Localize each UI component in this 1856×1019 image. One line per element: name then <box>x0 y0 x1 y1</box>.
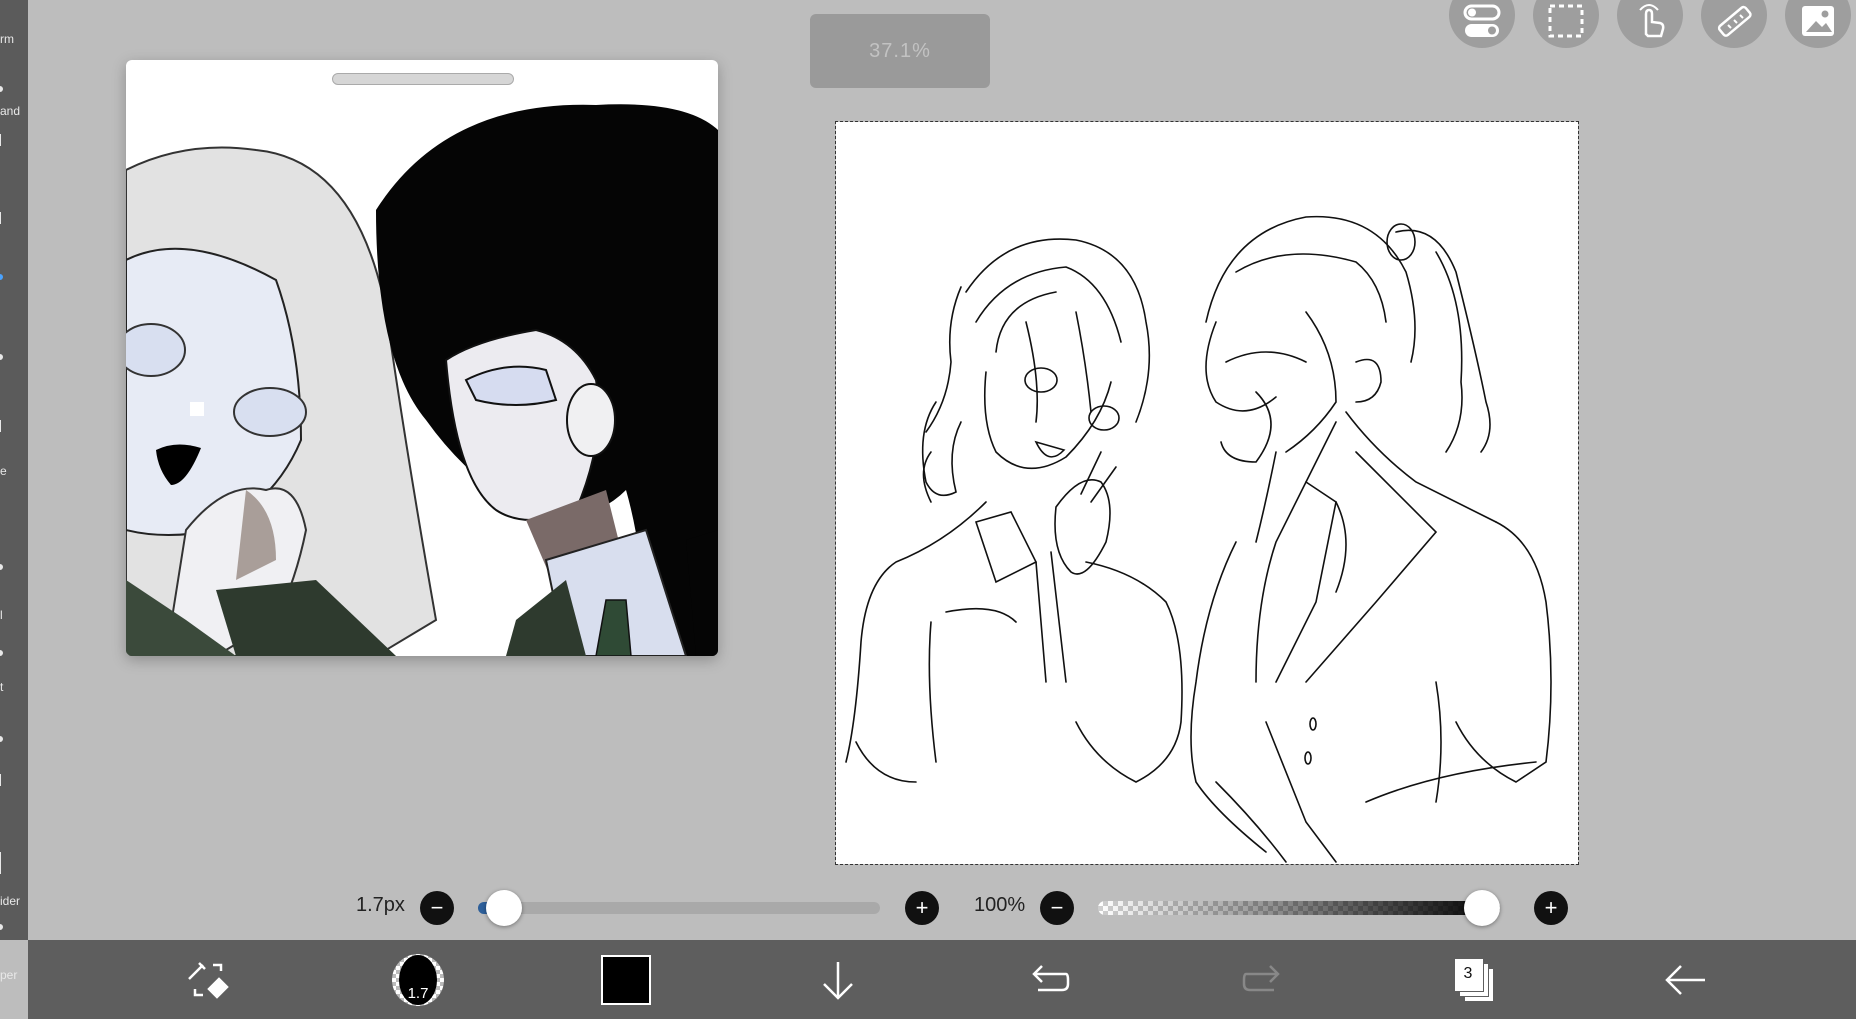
tool-dot <box>0 86 3 92</box>
reference-illustration <box>126 104 718 656</box>
minus-icon: − <box>430 895 444 920</box>
tool-mark <box>0 134 1 146</box>
brush-opacity-decrease-button[interactable]: − <box>1040 891 1074 925</box>
brush-settings-button[interactable]: 1.7 <box>378 940 458 1019</box>
brush-opacity-increase-button[interactable]: + <box>1534 891 1568 925</box>
tool-label-pencil[interactable]: l <box>0 608 28 622</box>
toggle-settings-button[interactable] <box>1449 0 1515 48</box>
plus-icon: + <box>1544 895 1558 920</box>
brush-opacity-slider[interactable] <box>1098 901 1500 915</box>
ruler-button[interactable] <box>1701 0 1767 48</box>
tool-mark <box>0 212 1 224</box>
brush-opacity-slider-thumb[interactable] <box>1464 890 1500 926</box>
undo-button[interactable] <box>1010 940 1090 1019</box>
tool-dot <box>0 564 3 570</box>
tool-dot <box>0 650 3 656</box>
tool-label-hand[interactable]: and <box>0 104 28 118</box>
brush-size-slider[interactable] <box>478 902 880 914</box>
image-button[interactable] <box>1785 0 1851 48</box>
brush-size-label: 1.7px <box>356 894 405 916</box>
hand-touch-icon <box>1639 4 1665 38</box>
selection-icon <box>1548 4 1584 38</box>
tool-dot <box>0 924 3 930</box>
swap-pen-eraser-button[interactable] <box>168 940 248 1019</box>
ruler-icon <box>1717 5 1752 37</box>
zoom-indicator: 37.1% <box>810 14 990 88</box>
tool-mark <box>0 774 1 786</box>
brush-preview: 1.7 <box>392 953 444 1006</box>
layers-button[interactable]: 3 <box>1434 940 1514 1019</box>
sketch-artwork <box>845 215 1552 863</box>
drawing-canvas[interactable] <box>835 121 1579 865</box>
active-color-swatch <box>601 954 651 1005</box>
brush-size-slider-thumb[interactable] <box>486 890 523 926</box>
tool-label-paper[interactable]: per <box>0 968 28 982</box>
undo-icon <box>1032 964 1070 991</box>
redo-button[interactable] <box>1222 940 1302 1019</box>
selection-button[interactable] <box>1533 0 1599 48</box>
arrow-down-icon <box>823 961 853 1000</box>
hand-touch-button[interactable] <box>1617 0 1683 48</box>
layers-icon: 3 <box>1454 957 1494 1002</box>
tool-label-text[interactable]: t <box>0 680 28 694</box>
drawing-app: rm and e l t ider per 37.1% 1.7px − + 10… <box>0 0 1856 1019</box>
bottom-toolbar: 1.7 3 <box>28 940 1856 1019</box>
back-button[interactable] <box>1646 940 1726 1019</box>
tool-mark <box>0 420 1 432</box>
tool-label-fill[interactable]: e <box>0 464 28 478</box>
image-icon <box>1802 6 1834 36</box>
left-tool-strip: rm and e l t ider <box>0 0 28 940</box>
redo-icon <box>1242 964 1280 991</box>
pen-eraser-swap-icon <box>188 961 229 999</box>
layer-count: 3 <box>1463 964 1473 982</box>
tool-dot <box>0 354 3 360</box>
tool-mark <box>0 852 1 874</box>
tool-label-transform[interactable]: rm <box>0 32 28 46</box>
download-button[interactable] <box>798 940 878 1019</box>
arrow-left-icon <box>1665 964 1705 995</box>
tool-label-divider[interactable]: ider <box>0 894 28 908</box>
color-picker-button[interactable] <box>586 940 666 1019</box>
tool-dot-active <box>0 274 3 280</box>
reference-window[interactable] <box>126 60 718 656</box>
toggle-settings-icon <box>1463 4 1501 37</box>
brush-opacity-label: 100% <box>974 894 1026 916</box>
brush-size-increase-button[interactable]: + <box>905 891 939 925</box>
plus-icon: + <box>915 895 929 920</box>
minus-icon: − <box>1050 895 1064 920</box>
brush-size-badge: 1.7 <box>407 984 429 1002</box>
tool-dot <box>0 736 3 742</box>
brush-size-decrease-button[interactable]: − <box>420 891 454 925</box>
reference-window-drag-handle[interactable] <box>332 73 514 85</box>
